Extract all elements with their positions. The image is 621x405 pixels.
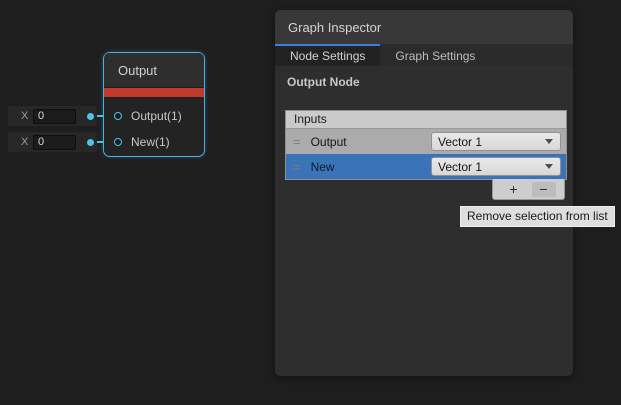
shader-graph-canvas: X 0 X 0 Output Output(1) New(1) Graph In… bbox=[0, 0, 621, 405]
port-input-x-label: X bbox=[21, 136, 33, 148]
port-label: New(1) bbox=[131, 135, 170, 149]
chevron-down-icon bbox=[545, 139, 553, 144]
drag-handle-icon[interactable]: = bbox=[293, 137, 301, 147]
list-button-bar: + − bbox=[492, 179, 565, 200]
row-name: Output bbox=[311, 135, 347, 149]
port-icon[interactable] bbox=[114, 138, 122, 146]
port-row-new: New(1) bbox=[114, 135, 170, 149]
type-dropdown[interactable]: Vector 1 bbox=[431, 132, 561, 151]
dropdown-value: Vector 1 bbox=[438, 135, 482, 149]
section-title: Output Node bbox=[287, 75, 573, 89]
tab-row: Node Settings Graph Settings bbox=[275, 44, 573, 66]
port-input-value-field[interactable]: 0 bbox=[33, 135, 76, 150]
tooltip: Remove selection from list bbox=[460, 206, 615, 227]
port-input-output: X 0 bbox=[8, 106, 97, 126]
tab-graph-settings[interactable]: Graph Settings bbox=[380, 44, 490, 66]
add-item-button[interactable]: + bbox=[502, 182, 526, 197]
port-label: Output(1) bbox=[131, 109, 182, 123]
drag-handle-icon[interactable]: = bbox=[293, 162, 301, 172]
edge-connector-dot[interactable] bbox=[87, 113, 94, 120]
panel-title[interactable]: Graph Inspector bbox=[275, 10, 573, 44]
graph-inspector-panel: Graph Inspector Node Settings Graph Sett… bbox=[275, 10, 573, 376]
edge-connector-dot[interactable] bbox=[87, 139, 94, 146]
dropdown-value: Vector 1 bbox=[438, 160, 482, 174]
port-input-new: X 0 bbox=[8, 132, 97, 152]
port-icon[interactable] bbox=[114, 112, 122, 120]
inputs-list-header: Inputs bbox=[286, 111, 566, 129]
port-input-value-field[interactable]: 0 bbox=[33, 109, 76, 124]
node-body: Output(1) New(1) bbox=[104, 97, 204, 155]
tab-node-settings[interactable]: Node Settings bbox=[275, 44, 380, 66]
port-input-x-label: X bbox=[21, 110, 33, 122]
list-row-output[interactable]: = Output Vector 1 bbox=[286, 129, 566, 154]
output-node[interactable]: Output Output(1) New(1) bbox=[103, 52, 205, 157]
node-color-bar bbox=[104, 87, 204, 97]
type-dropdown[interactable]: Vector 1 bbox=[431, 157, 561, 176]
remove-item-button[interactable]: − bbox=[532, 182, 556, 197]
port-row-output: Output(1) bbox=[114, 109, 182, 123]
node-title[interactable]: Output bbox=[104, 53, 204, 87]
row-name: New bbox=[311, 160, 335, 174]
chevron-down-icon bbox=[545, 164, 553, 169]
list-row-new[interactable]: = New Vector 1 bbox=[286, 154, 566, 179]
inputs-list: Inputs = Output Vector 1 = New Vector 1 bbox=[285, 110, 567, 180]
